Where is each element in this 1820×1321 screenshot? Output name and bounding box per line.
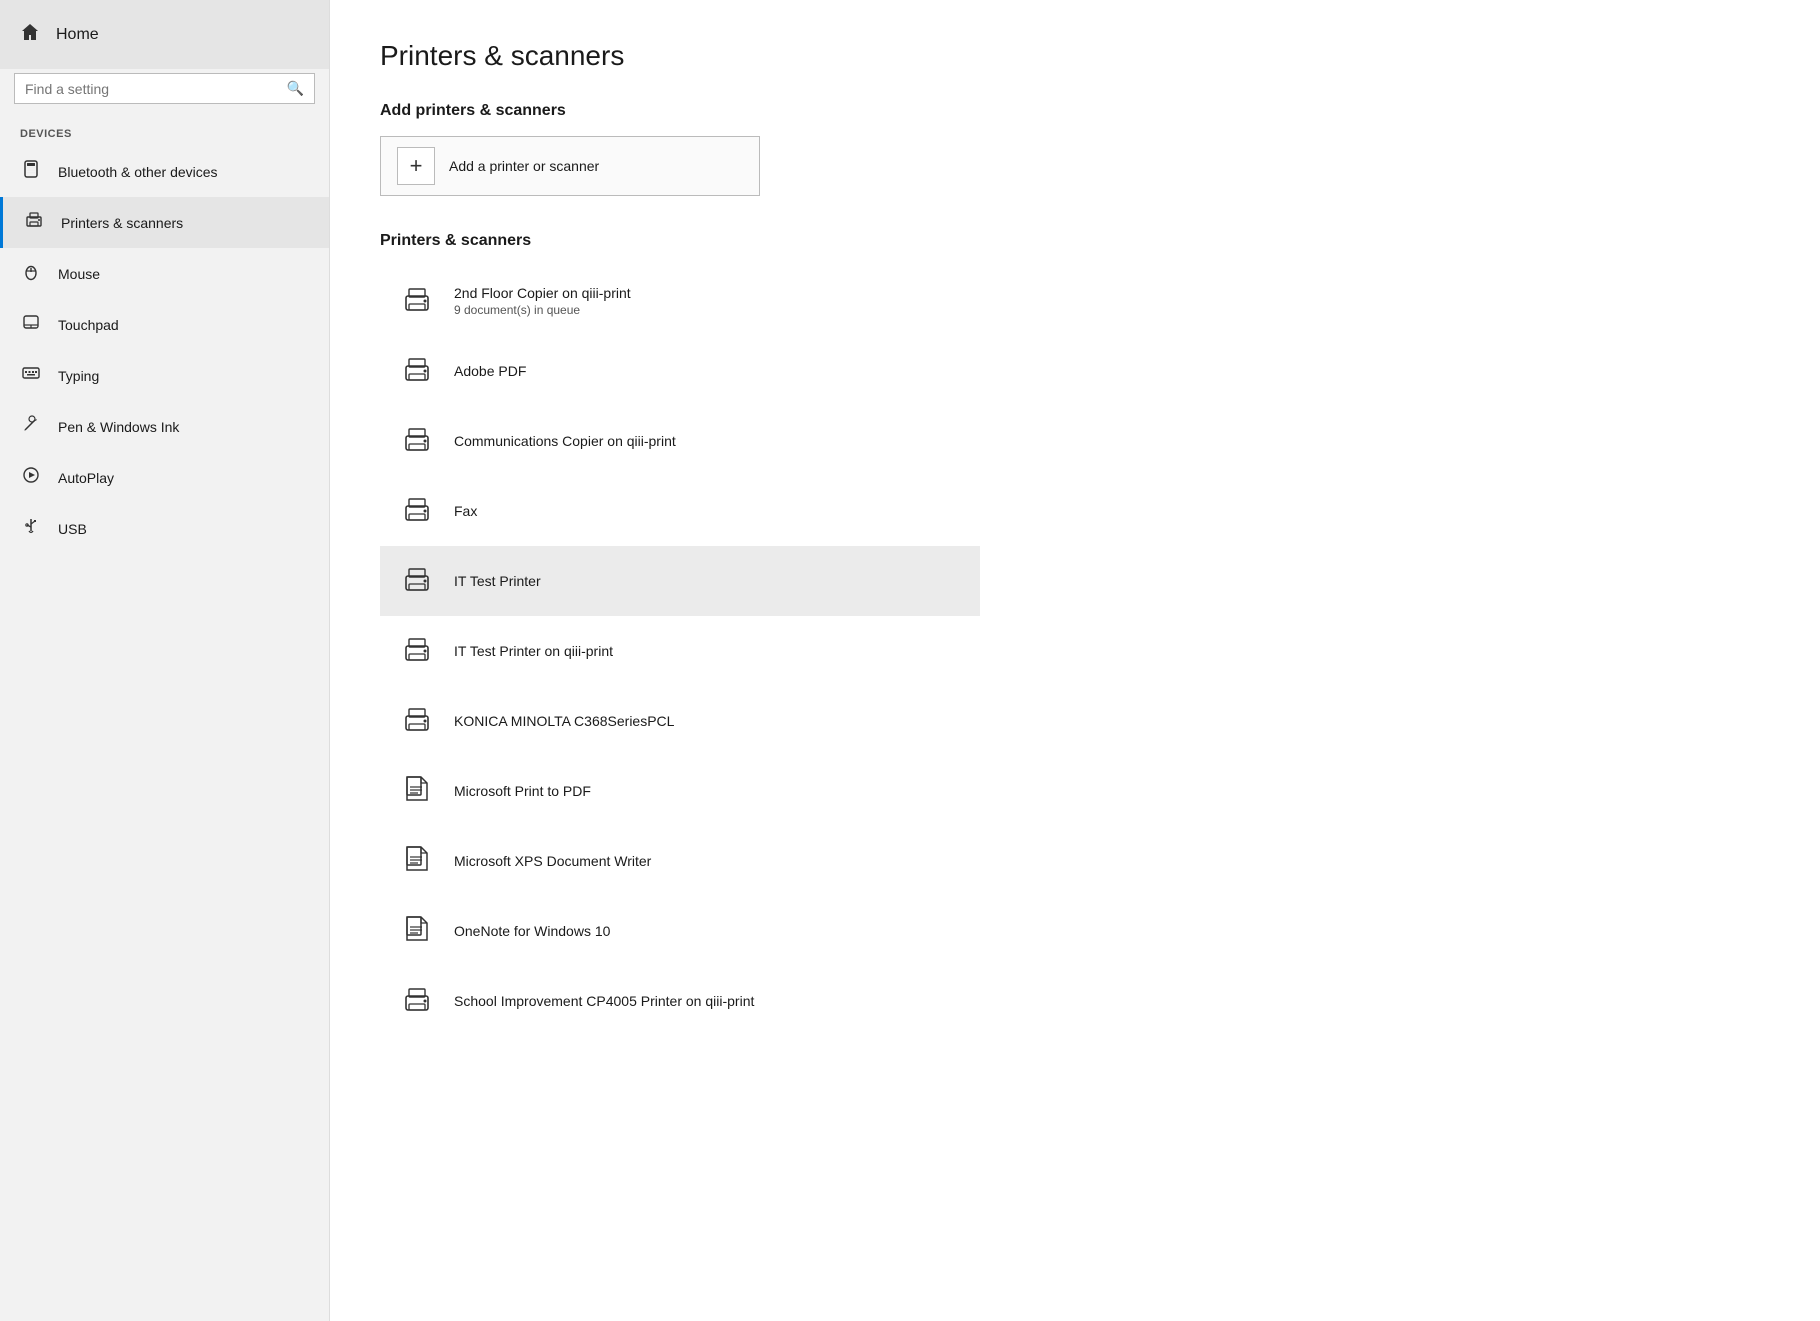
printer-icon-onenote <box>396 910 438 952</box>
sidebar-item-mouse[interactable]: Mouse <box>0 248 329 299</box>
printer-text-comms-copier: Communications Copier on qiii-print <box>454 433 676 449</box>
printer-item-onenote[interactable]: OneNote for Windows 10 <box>380 896 980 966</box>
printer-name-2nd-floor: 2nd Floor Copier on qiii-print <box>454 285 631 301</box>
add-section-title: Add printers & scanners <box>380 102 1770 120</box>
typing-icon <box>20 363 42 388</box>
sidebar-item-bluetooth-label: Bluetooth & other devices <box>58 164 218 180</box>
sidebar-item-autoplay[interactable]: AutoPlay <box>0 452 329 503</box>
sidebar-item-printers-label: Printers & scanners <box>61 215 183 231</box>
printer-icon-ms-pdf <box>396 770 438 812</box>
mouse-icon <box>20 261 42 286</box>
page-title: Printers & scanners <box>380 40 1770 72</box>
printer-item-it-test[interactable]: IT Test Printer <box>380 546 980 616</box>
home-label: Home <box>56 26 99 44</box>
printer-icon-adobe-pdf <box>396 350 438 392</box>
printer-item-konica[interactable]: KONICA MINOLTA C368SeriesPCL <box>380 686 980 756</box>
pen-icon <box>20 414 42 439</box>
printer-name-ms-xps: Microsoft XPS Document Writer <box>454 853 651 869</box>
printer-name-school: School Improvement CP4005 Printer on qii… <box>454 993 754 1009</box>
printer-text-fax: Fax <box>454 503 477 519</box>
main-content: Printers & scanners Add printers & scann… <box>330 0 1820 1321</box>
sidebar-item-printers[interactable]: Printers & scanners <box>0 197 329 248</box>
sidebar-item-touchpad[interactable]: Touchpad <box>0 299 329 350</box>
printer-name-konica: KONICA MINOLTA C368SeriesPCL <box>454 713 674 729</box>
sidebar: Home 🔍 Devices Bluetooth & other devices <box>0 0 330 1321</box>
printer-icon-sidebar <box>23 210 45 235</box>
autoplay-icon <box>20 465 42 490</box>
printer-text-2nd-floor: 2nd Floor Copier on qiii-print 9 documen… <box>454 285 631 317</box>
printer-item-ms-pdf[interactable]: Microsoft Print to PDF <box>380 756 980 826</box>
search-input[interactable] <box>25 81 279 97</box>
search-icon: 🔍 <box>287 80 304 97</box>
sidebar-item-touchpad-label: Touchpad <box>58 317 119 333</box>
printers-section-title: Printers & scanners <box>380 232 1770 250</box>
printer-item-school[interactable]: School Improvement CP4005 Printer on qii… <box>380 966 980 1036</box>
printer-name-adobe-pdf: Adobe PDF <box>454 363 526 379</box>
printer-name-it-test-qiii: IT Test Printer on qiii-print <box>454 643 613 659</box>
printer-name-ms-pdf: Microsoft Print to PDF <box>454 783 591 799</box>
printer-name-comms-copier: Communications Copier on qiii-print <box>454 433 676 449</box>
sidebar-item-pen[interactable]: Pen & Windows Ink <box>0 401 329 452</box>
printer-name-it-test: IT Test Printer <box>454 573 541 589</box>
printer-text-konica: KONICA MINOLTA C368SeriesPCL <box>454 713 674 729</box>
sidebar-item-bluetooth[interactable]: Bluetooth & other devices <box>0 146 329 197</box>
printer-item-it-test-qiii[interactable]: IT Test Printer on qiii-print <box>380 616 980 686</box>
printer-name-onenote: OneNote for Windows 10 <box>454 923 610 939</box>
printer-item-adobe-pdf[interactable]: Adobe PDF <box>380 336 980 406</box>
printer-text-onenote: OneNote for Windows 10 <box>454 923 610 939</box>
sidebar-section-devices: Devices <box>0 118 329 146</box>
touchpad-icon <box>20 312 42 337</box>
printer-item-ms-xps[interactable]: Microsoft XPS Document Writer <box>380 826 980 896</box>
printer-icon-ms-xps <box>396 840 438 882</box>
sidebar-item-typing[interactable]: Typing <box>0 350 329 401</box>
printer-text-it-test: IT Test Printer <box>454 573 541 589</box>
home-icon <box>20 22 40 47</box>
sidebar-item-typing-label: Typing <box>58 368 99 384</box>
printer-icon-it-test-qiii <box>396 630 438 672</box>
usb-icon <box>20 516 42 541</box>
printers-list: 2nd Floor Copier on qiii-print 9 documen… <box>380 266 980 1036</box>
sidebar-item-usb[interactable]: USB <box>0 503 329 554</box>
printer-icon-it-test <box>396 560 438 602</box>
printer-text-it-test-qiii: IT Test Printer on qiii-print <box>454 643 613 659</box>
sidebar-item-autoplay-label: AutoPlay <box>58 470 114 486</box>
printer-item-fax[interactable]: Fax <box>380 476 980 546</box>
printer-icon-comms-copier <box>396 420 438 462</box>
sidebar-item-mouse-label: Mouse <box>58 266 100 282</box>
printer-icon-school <box>396 980 438 1022</box>
printer-icon-fax <box>396 490 438 532</box>
sidebar-item-pen-label: Pen & Windows Ink <box>58 419 179 435</box>
printer-text-ms-xps: Microsoft XPS Document Writer <box>454 853 651 869</box>
add-printer-button[interactable]: + Add a printer or scanner <box>380 136 760 196</box>
plus-icon: + <box>397 147 435 185</box>
printer-name-fax: Fax <box>454 503 477 519</box>
sidebar-home-button[interactable]: Home <box>0 0 329 69</box>
sidebar-item-usb-label: USB <box>58 521 87 537</box>
printer-text-ms-pdf: Microsoft Print to PDF <box>454 783 591 799</box>
printer-item-2nd-floor[interactable]: 2nd Floor Copier on qiii-print 9 documen… <box>380 266 980 336</box>
search-box[interactable]: 🔍 <box>14 73 315 104</box>
printer-text-adobe-pdf: Adobe PDF <box>454 363 526 379</box>
printer-icon-konica <box>396 700 438 742</box>
printer-status-2nd-floor: 9 document(s) in queue <box>454 303 631 317</box>
printer-text-school: School Improvement CP4005 Printer on qii… <box>454 993 754 1009</box>
add-printer-label: Add a printer or scanner <box>449 158 599 174</box>
printer-icon-2nd-floor <box>396 280 438 322</box>
printer-item-comms-copier[interactable]: Communications Copier on qiii-print <box>380 406 980 476</box>
bluetooth-icon <box>20 159 42 184</box>
